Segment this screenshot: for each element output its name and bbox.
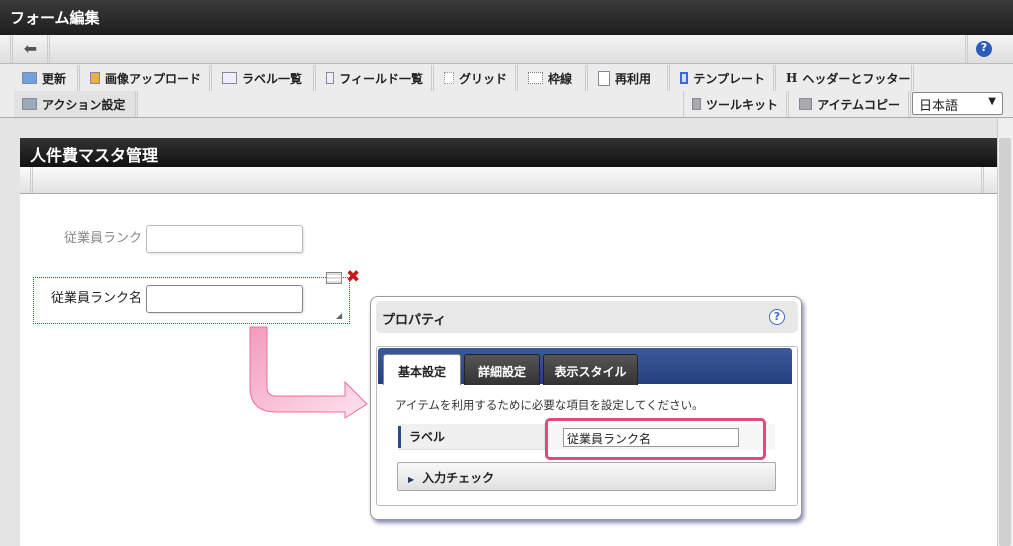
item-copy-button[interactable]: アイテムコピー	[791, 91, 911, 117]
grid-button[interactable]: グリッド	[436, 65, 518, 91]
expand-triangle-icon: ▶	[408, 475, 415, 484]
resize-handle-icon[interactable]: ◢	[336, 311, 342, 320]
label-name: ラベル	[398, 426, 453, 448]
toolkit-label: ツールキット	[705, 97, 778, 112]
header-footer-label: ヘッダーとフッター	[802, 71, 911, 86]
dialog-header: プロパティ ?	[376, 301, 798, 333]
template-label: テンプレート	[693, 71, 765, 86]
help-icon[interactable]: ?	[976, 41, 992, 57]
field-label: 従業員ランク	[63, 231, 142, 246]
template-icon	[680, 72, 689, 84]
update-icon	[22, 72, 37, 84]
field-label: 従業員ランク名	[50, 291, 142, 306]
list-icon	[222, 72, 237, 84]
dialog-title: プロパティ	[382, 313, 447, 328]
top-toolbar: ⬅ ?	[0, 35, 1013, 64]
form-subheader	[20, 167, 997, 194]
header-footer-button[interactable]: H ヘッダーとフッター	[778, 65, 914, 91]
highlight-box	[545, 418, 766, 460]
language-select[interactable]: 日本語 ▼	[912, 92, 1003, 115]
label-list-button[interactable]: ラベル一覧	[214, 65, 316, 91]
item-copy-label: アイテムコピー	[817, 97, 900, 112]
action-settings-label: アクション設定	[42, 97, 126, 112]
toolkit-button[interactable]: ツールキット	[683, 91, 789, 117]
accordion-label: 入力チェック	[422, 471, 495, 485]
header-icon: H	[786, 71, 798, 85]
grid-icon	[444, 72, 454, 84]
image-upload-label: 画像アップロード	[104, 71, 201, 86]
properties-icon[interactable]	[326, 272, 342, 284]
border-button[interactable]: 枠線	[520, 65, 588, 91]
label-list-label: ラベル一覧	[242, 71, 303, 86]
employee-rank-name-input[interactable]	[146, 285, 303, 313]
pointer-arrow	[249, 326, 368, 419]
update-label: 更新	[42, 71, 67, 86]
tab-detail-settings[interactable]: 詳細設定	[464, 354, 540, 385]
language-value: 日本語	[919, 99, 959, 114]
border-label: 枠線	[548, 71, 573, 86]
editor-toolbar: 更新 画像アップロード ラベル一覧 フィールド一覧 グリッド 枠線 再利用 テン…	[0, 64, 1013, 118]
action-icon	[22, 98, 37, 110]
scrollbar-thumb[interactable]	[999, 138, 1011, 546]
field-list-button[interactable]: フィールド一覧	[318, 65, 434, 91]
image-upload-button[interactable]: 画像アップロード	[82, 65, 212, 91]
help-icon[interactable]: ?	[769, 309, 785, 325]
image-upload-icon	[90, 72, 100, 84]
input-check-accordion[interactable]: ▶ 入力チェック	[397, 462, 776, 491]
properties-dialog: プロパティ ? 基本設定 詳細設定 表示スタイル アイテムを利用するために必要な…	[370, 296, 802, 520]
reuse-button[interactable]: 再利用	[590, 65, 670, 91]
template-button[interactable]: テンプレート	[672, 65, 776, 91]
border-icon	[528, 72, 543, 84]
form-title: 人件費マスタ管理	[20, 138, 997, 167]
tab-basic-settings[interactable]: 基本設定	[383, 354, 461, 385]
list-icon	[326, 72, 335, 84]
delete-icon[interactable]: ✖	[346, 267, 360, 287]
reuse-label: 再利用	[615, 71, 652, 86]
back-button[interactable]: ⬅	[14, 35, 47, 63]
window-title: フォーム編集	[0, 0, 1013, 35]
field-list-label: フィールド一覧	[339, 71, 423, 86]
toolbox-icon	[692, 98, 701, 110]
tab-display-style[interactable]: 表示スタイル	[543, 354, 638, 385]
dropdown-arrow-icon: ▼	[988, 96, 996, 107]
tab-bar: 基本設定 詳細設定 表示スタイル	[378, 348, 792, 385]
copy-pages-icon	[598, 70, 610, 86]
toolbox-icon	[799, 98, 813, 110]
action-settings-button[interactable]: アクション設定	[14, 91, 138, 117]
description-text: アイテムを利用するために必要な項目を設定してください。	[395, 398, 704, 412]
update-button[interactable]: 更新	[14, 65, 80, 91]
grid-label: グリッド	[458, 71, 507, 86]
employee-rank-input[interactable]	[146, 225, 303, 253]
